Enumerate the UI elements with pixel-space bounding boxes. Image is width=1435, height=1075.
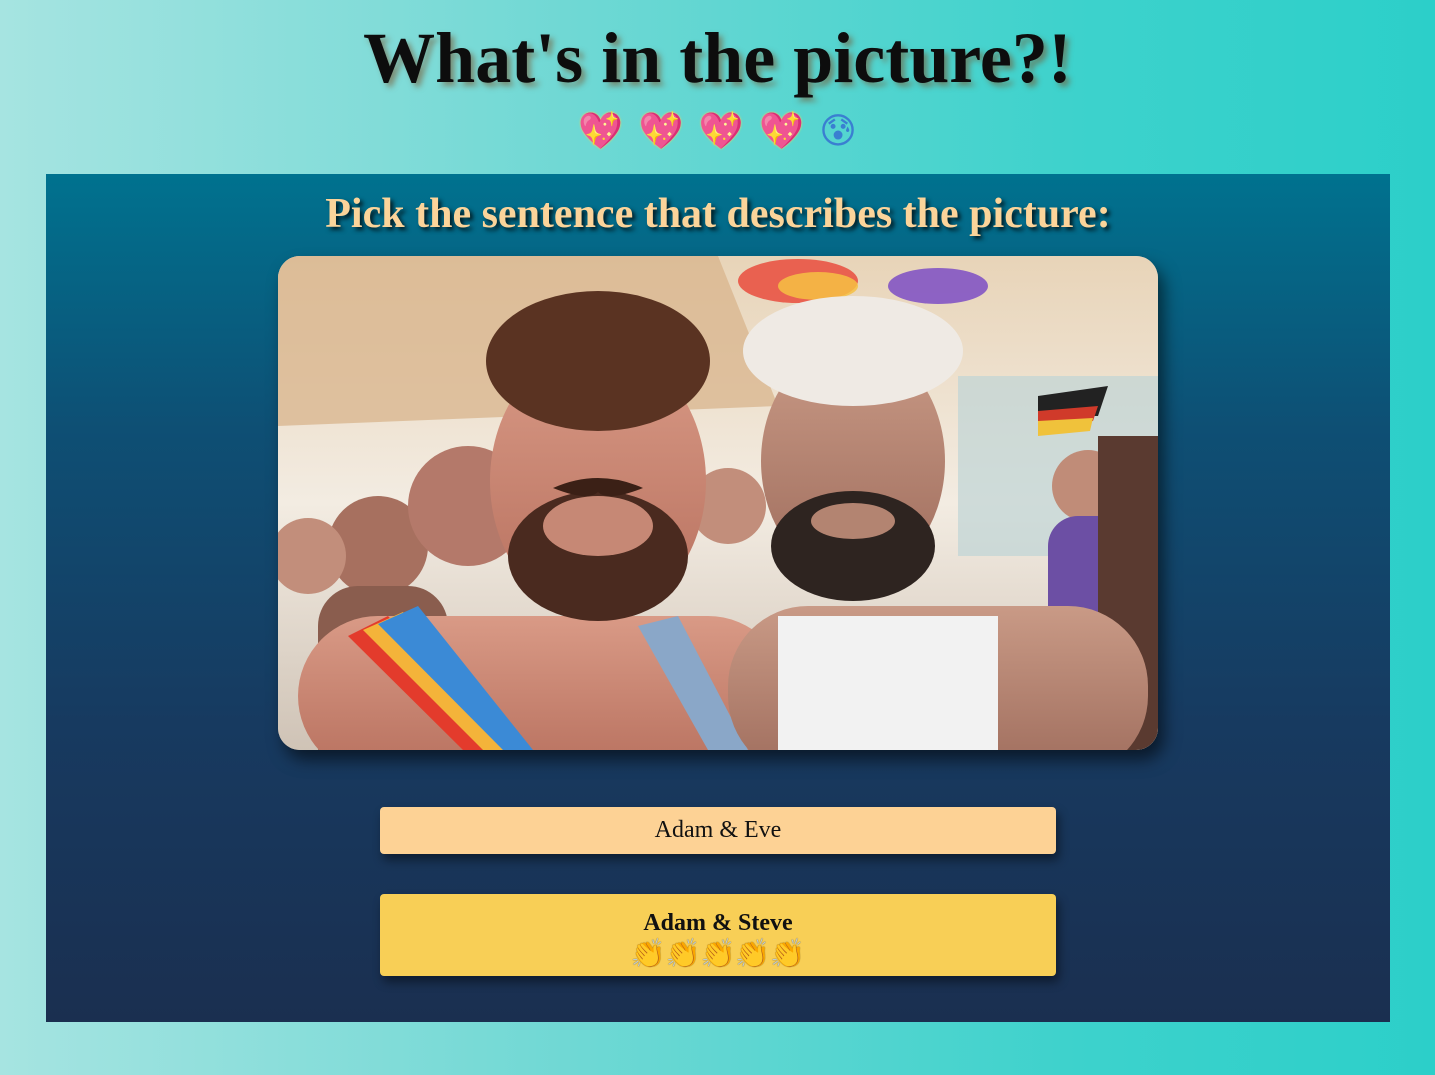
sparkling-heart-icon: 💖: [638, 111, 684, 152]
question-photo: [278, 256, 1158, 750]
answer-option-adam-steve[interactable]: Adam & Steve 👏👏👏👏👏: [380, 894, 1056, 976]
sparkling-heart-icon: 💖: [578, 111, 623, 152]
answer-label: Adam & Eve: [654, 817, 782, 843]
question-panel: Pick the sentence that describes the pic…: [46, 174, 1390, 1022]
answer-option-adam-eve[interactable]: Adam & Eve: [380, 807, 1056, 854]
sparkling-heart-icon: 💖: [759, 111, 804, 152]
photo-illustration: [278, 256, 1158, 750]
anxious-face-icon: 😰: [819, 111, 857, 152]
sparkling-heart-icon: 💖: [698, 111, 744, 152]
question-prompt: Pick the sentence that describes the pic…: [325, 191, 1111, 237]
page-title: What's in the picture?!: [363, 18, 1072, 98]
lives-indicator: 💖 💖 💖 💖 😰: [0, 110, 1435, 154]
clapping-hands-icon: 👏👏👏👏👏: [630, 936, 806, 970]
answer-label: Adam & Steve: [643, 909, 793, 936]
